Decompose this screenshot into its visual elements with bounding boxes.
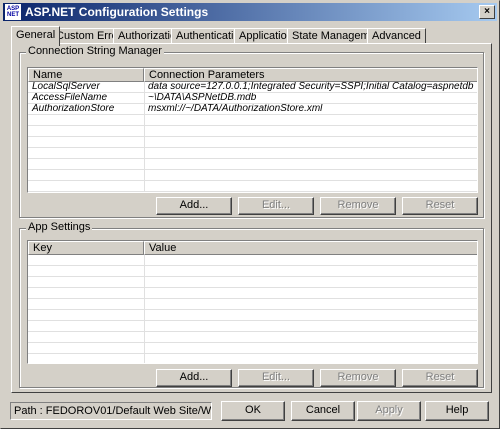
row-name-cell: LocalSqlServer xyxy=(32,82,100,92)
empty-row[interactable] xyxy=(28,343,477,354)
connection-edit-button[interactable]: Edit... xyxy=(238,197,314,215)
empty-row[interactable] xyxy=(28,321,477,332)
help-button[interactable]: Help xyxy=(425,401,489,421)
empty-row[interactable] xyxy=(28,148,477,159)
empty-row[interactable] xyxy=(28,255,477,266)
empty-row[interactable] xyxy=(28,277,477,288)
connection-string-group-label: Connection String Manager xyxy=(26,45,164,57)
window-title: ASP.NET Configuration Settings xyxy=(25,5,209,19)
empty-row[interactable] xyxy=(28,332,477,343)
table-row[interactable]: AuthorizationStore msxml://~/DATA/Author… xyxy=(28,104,477,115)
column-header-connection-parameters[interactable]: Connection Parameters xyxy=(144,68,477,82)
tab-advanced[interactable]: Advanced xyxy=(367,28,426,44)
config-dialog: ASP NET ASP.NET Configuration Settings ×… xyxy=(0,0,500,429)
app-settings-table[interactable]: Key Value xyxy=(27,240,478,364)
app-settings-group: App Settings Key Value Add... Edit... Re… xyxy=(19,221,484,388)
empty-row[interactable] xyxy=(28,137,477,148)
empty-row[interactable] xyxy=(28,126,477,137)
icon-text-bottom: NET xyxy=(7,12,19,18)
row-params-cell: msxml://~/DATA/AuthorizationStore.xml xyxy=(148,104,323,114)
ok-button[interactable]: OK xyxy=(221,401,285,421)
close-button[interactable]: × xyxy=(479,5,495,19)
empty-row[interactable] xyxy=(28,310,477,321)
empty-row[interactable] xyxy=(28,181,477,192)
connection-string-group: Connection String Manager Name Connectio… xyxy=(19,45,484,218)
table-header: Key Value xyxy=(28,241,477,255)
row-params-cell: ~\DATA\ASPNetDB.mdb xyxy=(148,93,257,103)
empty-row[interactable] xyxy=(28,288,477,299)
appsettings-add-button[interactable]: Add... xyxy=(156,369,232,387)
general-tab-panel: Connection String Manager Name Connectio… xyxy=(11,43,492,393)
column-header-value[interactable]: Value xyxy=(144,241,477,255)
aspnet-app-icon: ASP NET xyxy=(5,4,21,20)
table-header: Name Connection Parameters xyxy=(28,68,477,82)
empty-row[interactable] xyxy=(28,115,477,126)
row-name-cell: AccessFileName xyxy=(32,93,108,103)
table-row[interactable]: LocalSqlServer data source=127.0.0.1;Int… xyxy=(28,82,477,93)
empty-row[interactable] xyxy=(28,266,477,277)
empty-row[interactable] xyxy=(28,170,477,181)
table-row[interactable]: AccessFileName ~\DATA\ASPNetDB.mdb xyxy=(28,93,477,104)
row-name-cell: AuthorizationStore xyxy=(32,104,115,114)
connection-remove-button[interactable]: Remove xyxy=(320,197,396,215)
cancel-button[interactable]: Cancel xyxy=(291,401,355,421)
connection-add-button[interactable]: Add... xyxy=(156,197,232,215)
close-icon: × xyxy=(484,6,490,17)
title-bar[interactable]: ASP NET ASP.NET Configuration Settings × xyxy=(3,3,497,21)
appsettings-edit-button[interactable]: Edit... xyxy=(238,369,314,387)
connection-string-table[interactable]: Name Connection Parameters LocalSqlServe… xyxy=(27,67,478,193)
row-params-cell: data source=127.0.0.1;Integrated Securit… xyxy=(148,82,474,92)
connection-reset-button[interactable]: Reset xyxy=(402,197,478,215)
appsettings-reset-button[interactable]: Reset xyxy=(402,369,478,387)
tab-general[interactable]: General xyxy=(11,26,61,46)
empty-row[interactable] xyxy=(28,299,477,310)
column-header-name[interactable]: Name xyxy=(28,68,144,82)
path-display: Path : FEDOROV01/Default Web Site/WebApp… xyxy=(10,402,212,420)
column-header-key[interactable]: Key xyxy=(28,241,144,255)
appsettings-remove-button[interactable]: Remove xyxy=(320,369,396,387)
apply-button[interactable]: Apply xyxy=(357,401,421,421)
app-settings-group-label: App Settings xyxy=(26,221,93,233)
empty-row[interactable] xyxy=(28,159,477,170)
